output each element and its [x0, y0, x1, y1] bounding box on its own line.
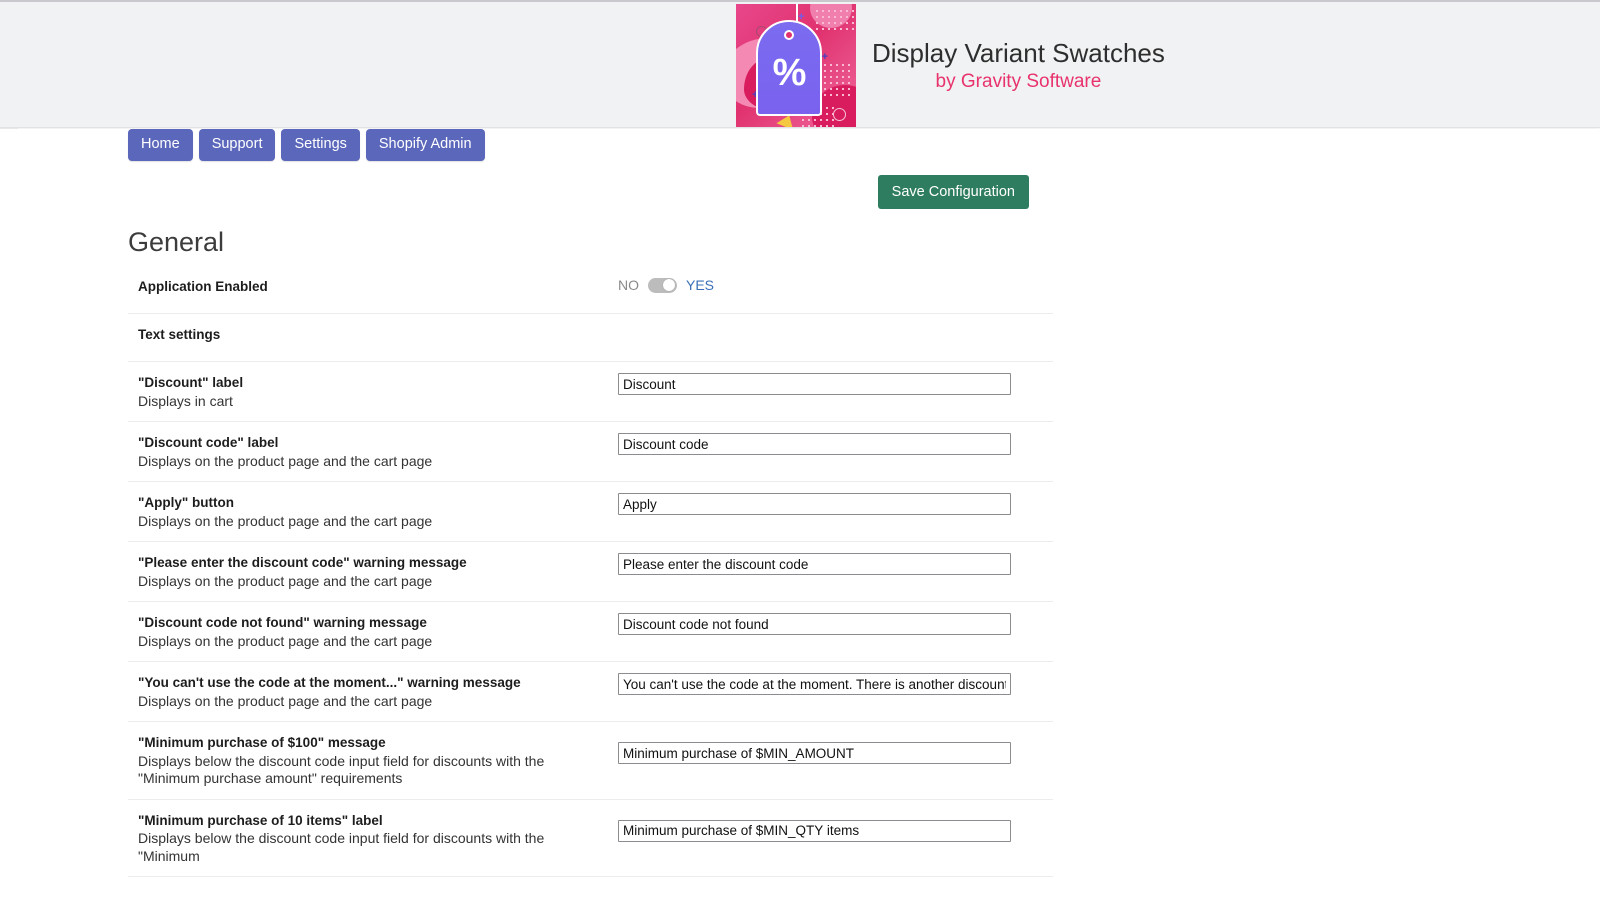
- settings-row-title: Application Enabled: [138, 279, 268, 294]
- settings-text-input[interactable]: [618, 493, 1011, 516]
- nav-support[interactable]: Support: [198, 129, 276, 161]
- settings-row-title: "Apply" button: [138, 495, 235, 511]
- settings-list: Application Enabled NO YES Text settings "Di…: [128, 266, 1053, 878]
- application-enabled-switch[interactable]: [648, 277, 677, 293]
- settings-row-label: Text settings: [128, 314, 618, 355]
- percent-tag-icon: + + + %: [736, 3, 856, 127]
- settings-row-description: Displays below the discount code input f…: [138, 830, 545, 864]
- save-toolbar: Save Configuration: [128, 175, 1029, 209]
- app-banner: + + + % Display Variant Swatches by Grav…: [0, 0, 1600, 128]
- tag-string: [795, 3, 798, 22]
- settings-text-input[interactable]: [618, 373, 1011, 395]
- settings-row-title: "Discount code not found" warning messag…: [138, 615, 427, 631]
- settings-row-control: [618, 482, 1053, 526]
- settings-row-title: "Minimum purchase of $100" message: [138, 735, 386, 751]
- settings-row: "Minimum purchase of 10 items" label Disp…: [128, 800, 1053, 878]
- settings-row-control: [618, 602, 1053, 646]
- percent-glyph: %: [772, 51, 807, 94]
- settings-row-label: "Minimum purchase of 10 items" label Disp…: [128, 800, 618, 877]
- settings-row-description: Displays on the product page and the car…: [138, 692, 433, 709]
- settings-row-label: Application Enabled: [128, 266, 618, 307]
- settings-row: Text settings: [128, 314, 1053, 362]
- settings-text-input[interactable]: [618, 553, 1011, 576]
- settings-row-label: "Apply" button Displays on the product pa…: [128, 482, 618, 541]
- settings-row: "You can't use the code at the moment...…: [128, 662, 1053, 723]
- app-byline: by Gravity Software: [935, 70, 1102, 92]
- main-nav: Home Support Settings Shopify Admin: [128, 129, 485, 161]
- settings-row: "Please enter the discount code" warning…: [128, 542, 1053, 603]
- settings-row-description: Displays in cart: [138, 392, 233, 409]
- settings-row-control: [618, 422, 1053, 466]
- nav-settings[interactable]: Settings: [281, 129, 360, 161]
- settings-row-description: Displays on the product page and the car…: [138, 632, 433, 649]
- settings-row-control: NO YES: [618, 266, 1053, 304]
- settings-row-control: [618, 362, 1053, 406]
- settings-row-label: "Please enter the discount code" warning…: [128, 542, 618, 601]
- settings-row: "Minimum purchase of $100" message Displa…: [128, 722, 1053, 800]
- nav-shopify-admin[interactable]: Shopify Admin: [365, 129, 485, 161]
- settings-row-control: [618, 800, 1053, 853]
- settings-row-title: "Minimum purchase of 10 items" label: [138, 812, 383, 828]
- settings-row: "Discount code" label Displays on the pro…: [128, 422, 1053, 483]
- settings-row: "Apply" button Displays on the product pa…: [128, 482, 1053, 543]
- tag-shape: %: [756, 19, 822, 116]
- banner-titles: Display Variant Swatches by Gravity Soft…: [872, 38, 1165, 95]
- app-title: Display Variant Swatches: [872, 37, 1165, 68]
- settings-row-description: Displays on the product page and the car…: [138, 572, 433, 589]
- settings-row: Application Enabled NO YES: [128, 266, 1053, 314]
- page-title: General: [128, 227, 225, 257]
- settings-text-input[interactable]: [618, 819, 1011, 842]
- settings-row: "Discount" label Displays in cart: [128, 362, 1053, 423]
- settings-row-label: "Discount" label Displays in cart: [128, 362, 618, 421]
- settings-row-label: "Discount code" label Displays on the pro…: [128, 422, 618, 481]
- settings-row-control: [618, 722, 1053, 775]
- art-dot-grid: [814, 7, 854, 34]
- page-body: Home Support Settings Shopify Admin Save Co…: [0, 129, 1600, 900]
- settings-row-title: "Please enter the discount code" warning…: [138, 555, 467, 571]
- settings-row-description: Displays below the discount code input f…: [138, 752, 545, 787]
- settings-row-title: "Discount code" label: [138, 435, 279, 451]
- nav-home[interactable]: Home: [128, 129, 193, 161]
- toggle-on-label: YES: [686, 277, 715, 293]
- application-enabled-toggle-group: NO YES: [618, 277, 714, 293]
- banner-content: + + + % Display Variant Swatches by Grav…: [736, 2, 1165, 127]
- settings-row-title: "Discount" label: [138, 375, 244, 390]
- settings-row-title: Text settings: [138, 327, 221, 342]
- settings-text-input[interactable]: [618, 673, 1011, 696]
- settings-row-control: [618, 662, 1053, 706]
- save-configuration-button[interactable]: Save Configuration: [877, 175, 1029, 209]
- settings-row: "Discount code not found" warning messag…: [128, 602, 1053, 663]
- settings-row-label: "You can't use the code at the moment...…: [128, 662, 618, 721]
- settings-text-input[interactable]: [618, 742, 1011, 765]
- settings-row-label: "Minimum purchase of $100" message Displa…: [128, 722, 618, 799]
- art-dot-grid: [822, 61, 852, 96]
- settings-text-input[interactable]: [618, 433, 1011, 456]
- settings-row-title: "You can't use the code at the moment...…: [138, 675, 521, 691]
- settings-text-input[interactable]: [618, 613, 1011, 636]
- tag-hole: [784, 29, 794, 40]
- settings-row-control: [618, 314, 1053, 336]
- settings-row-label: "Discount code not found" warning messag…: [128, 602, 618, 661]
- art-plus: +: [821, 50, 828, 63]
- settings-row-description: Displays on the product page and the car…: [138, 512, 433, 529]
- settings-row-description: Displays on the product page and the car…: [138, 452, 433, 469]
- switch-knob: [663, 279, 675, 291]
- settings-row-control: [618, 542, 1053, 586]
- toggle-off-label: NO: [618, 277, 639, 293]
